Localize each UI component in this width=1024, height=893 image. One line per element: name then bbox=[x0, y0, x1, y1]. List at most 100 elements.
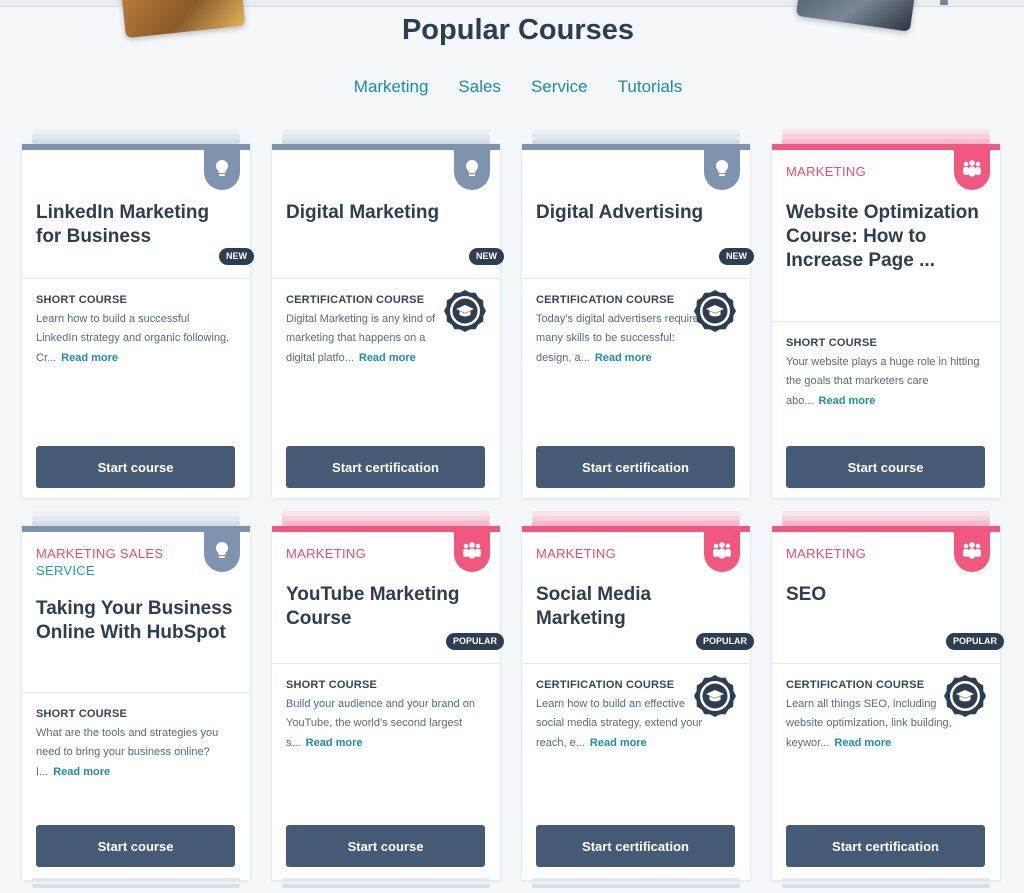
category-filter-tabs: Marketing Sales Service Tutorials bbox=[0, 77, 1024, 97]
start-certification-button[interactable]: Start certification bbox=[786, 825, 985, 867]
people-icon bbox=[961, 541, 983, 564]
people-badge bbox=[704, 532, 740, 572]
start-course-button[interactable]: Start course bbox=[786, 446, 985, 488]
lightbulb-badge bbox=[704, 150, 740, 190]
course-description: Learn how to build a successful LinkedIn… bbox=[36, 310, 232, 368]
start-course-button[interactable]: Start course bbox=[286, 825, 485, 867]
certification-badge-icon bbox=[444, 290, 486, 332]
course-type: SHORT COURSE bbox=[36, 708, 128, 720]
card-body: Digital Marketing NEW CERTIFICATION COURSE… bbox=[272, 144, 504, 498]
people-icon bbox=[711, 541, 733, 564]
tag-marketing: MARKETING bbox=[786, 164, 866, 179]
course-type: CERTIFICATION COURSE bbox=[536, 294, 675, 306]
certification-badge-icon bbox=[694, 290, 736, 332]
card-body: LinkedIn Marketing for Business NEW SHORT … bbox=[22, 144, 254, 498]
course-title[interactable]: Social Media Marketing bbox=[536, 583, 736, 631]
start-course-button[interactable]: Start course bbox=[36, 825, 235, 867]
card-divider bbox=[772, 663, 1000, 664]
course-card-taking-your-business-online-wi[interactable]: MARKETING SALES SERVICE Taking Your Busin… bbox=[22, 510, 250, 880]
course-card-youtube-marketing-course[interactable]: MARKETING YouTube Marketing Course POPULAR… bbox=[272, 510, 504, 880]
people-badge bbox=[954, 532, 990, 572]
course-title[interactable]: YouTube Marketing Course bbox=[286, 583, 486, 631]
course-card-digital-marketing[interactable]: Digital Marketing NEW CERTIFICATION COURSE… bbox=[272, 128, 504, 498]
course-title[interactable]: Taking Your Business Online With HubSpot bbox=[36, 597, 236, 645]
next-row-card-edge bbox=[22, 878, 250, 893]
card-divider bbox=[272, 278, 500, 279]
lightbulb-icon bbox=[463, 158, 481, 183]
start-certification-button[interactable]: Start certification bbox=[536, 446, 735, 488]
course-card-digital-advertising[interactable]: Digital Advertising NEW CERTIFICATION COUR… bbox=[522, 128, 754, 498]
next-row-card-edge bbox=[272, 878, 500, 893]
page-title: Popular Courses bbox=[401, 14, 635, 46]
read-more-link[interactable]: Read more bbox=[53, 766, 110, 778]
popular-badge: POPULAR bbox=[445, 633, 504, 650]
course-type: SHORT COURSE bbox=[786, 337, 878, 349]
description-text: Your website plays a huge role in hittin… bbox=[786, 356, 980, 407]
new-badge: NEW bbox=[469, 248, 504, 265]
course-type: SHORT COURSE bbox=[286, 679, 378, 691]
course-tags: MARKETING bbox=[286, 545, 456, 562]
card-divider bbox=[522, 663, 750, 664]
course-card-social-media-marketing[interactable]: MARKETING Social Media Marketing POPULAR CE… bbox=[522, 510, 754, 880]
read-more-link[interactable]: Read more bbox=[61, 352, 118, 364]
course-tags: MARKETING SALES SERVICE bbox=[36, 545, 206, 579]
new-badge: NEW bbox=[219, 248, 254, 265]
tag-marketing: MARKETING bbox=[36, 546, 116, 561]
filter-tab-service[interactable]: Service bbox=[531, 77, 588, 97]
filter-tab-tutorials[interactable]: Tutorials bbox=[618, 77, 683, 97]
course-type: CERTIFICATION COURSE bbox=[536, 679, 675, 691]
course-title[interactable]: Digital Marketing bbox=[286, 201, 486, 225]
course-type: CERTIFICATION COURSE bbox=[786, 679, 925, 691]
course-card-seo[interactable]: MARKETING SEO POPULAR CERTIFICATION COURSE L… bbox=[772, 510, 1004, 880]
course-description: What are the tools and strategies you ne… bbox=[36, 724, 232, 782]
certification-badge-icon bbox=[694, 675, 736, 717]
course-title[interactable]: SEO bbox=[786, 583, 986, 607]
card-body: MARKETING SALES SERVICE Taking Your Busin… bbox=[22, 526, 250, 880]
tag-sales: SALES bbox=[119, 546, 164, 561]
course-title[interactable]: LinkedIn Marketing for Business bbox=[36, 201, 236, 249]
tag-marketing: MARKETING bbox=[536, 546, 616, 561]
read-more-link[interactable]: Read more bbox=[590, 737, 647, 749]
lightbulb-badge bbox=[204, 150, 240, 190]
read-more-link[interactable]: Read more bbox=[306, 737, 363, 749]
course-description: Learn how to build an effective social m… bbox=[536, 695, 704, 753]
people-icon bbox=[461, 541, 483, 564]
lightbulb-badge bbox=[204, 532, 240, 572]
lightbulb-icon bbox=[213, 158, 231, 183]
lightbulb-icon bbox=[713, 158, 731, 183]
course-tags: MARKETING bbox=[786, 545, 956, 562]
card-divider bbox=[272, 663, 500, 664]
filter-tab-sales[interactable]: Sales bbox=[458, 77, 501, 97]
read-more-link[interactable]: Read more bbox=[359, 352, 416, 364]
course-type: CERTIFICATION COURSE bbox=[286, 294, 425, 306]
course-title[interactable]: Website Optimization Course: How to Incr… bbox=[786, 201, 986, 273]
filter-tab-marketing[interactable]: Marketing bbox=[354, 77, 429, 97]
read-more-link[interactable]: Read more bbox=[819, 395, 876, 407]
new-badge: NEW bbox=[719, 248, 754, 265]
course-description: Your website plays a huge role in hittin… bbox=[786, 353, 982, 411]
next-row-card-edge bbox=[522, 878, 750, 893]
course-type: SHORT COURSE bbox=[36, 294, 128, 306]
tag-service: SERVICE bbox=[36, 563, 95, 578]
course-description: Build your audience and your brand on Yo… bbox=[286, 695, 482, 753]
card-divider bbox=[522, 278, 750, 279]
course-title[interactable]: Digital Advertising bbox=[536, 201, 736, 225]
card-divider bbox=[22, 278, 250, 279]
course-description: Digital Marketing is any kind of marketi… bbox=[286, 310, 454, 368]
course-tags: MARKETING bbox=[786, 163, 956, 180]
start-certification-button[interactable]: Start certification bbox=[286, 446, 485, 488]
card-body: MARKETING SEO POPULAR CERTIFICATION COURSE L… bbox=[772, 526, 1004, 880]
lightbulb-badge bbox=[454, 150, 490, 190]
course-description: Today's digital advertisers require many… bbox=[536, 310, 704, 368]
start-course-button[interactable]: Start course bbox=[36, 446, 235, 488]
card-divider bbox=[772, 321, 1000, 322]
card-body: MARKETING Social Media Marketing POPULAR CE… bbox=[522, 526, 754, 880]
card-body: MARKETING YouTube Marketing Course POPULAR… bbox=[272, 526, 504, 880]
read-more-link[interactable]: Read more bbox=[834, 737, 891, 749]
popular-badge: POPULAR bbox=[945, 633, 1004, 650]
certification-badge-icon bbox=[944, 675, 986, 717]
read-more-link[interactable]: Read more bbox=[595, 352, 652, 364]
course-card-linkedin-marketing-for-busines[interactable]: LinkedIn Marketing for Business NEW SHORT … bbox=[22, 128, 254, 498]
course-card-website-optimization-course-ho[interactable]: MARKETING Website Optimization Course: Ho… bbox=[772, 128, 1000, 498]
start-certification-button[interactable]: Start certification bbox=[536, 825, 735, 867]
